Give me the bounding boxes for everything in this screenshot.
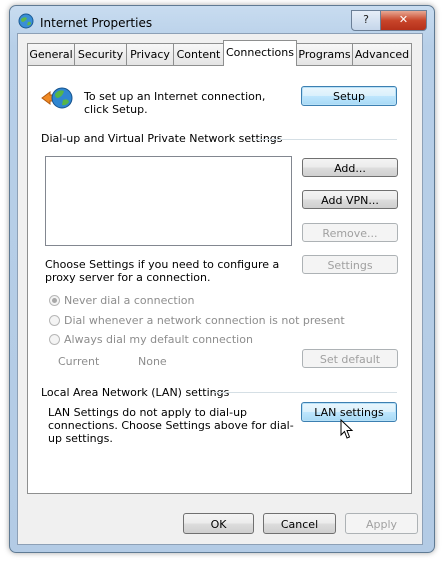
connections-list[interactable] <box>45 156 292 246</box>
proxy-settings-text: Choose Settings if you need to configure… <box>45 258 280 284</box>
lan-heading: Local Area Network (LAN) settings <box>41 386 230 399</box>
dialup-divider <box>255 139 397 140</box>
tab-programs[interactable]: Programs <box>296 43 353 65</box>
setup-button[interactable]: Setup <box>301 86 397 106</box>
current-value: None <box>138 355 167 368</box>
never-dial-label[interactable]: Never dial a connection <box>64 294 194 307</box>
always-dial-label[interactable]: Always dial my default connection <box>64 333 253 346</box>
current-label: Current <box>58 355 100 368</box>
ok-button[interactable]: OK <box>183 513 254 534</box>
setup-text: To set up an Internet connection, click … <box>84 90 266 116</box>
dialup-heading: Dial-up and Virtual Private Network sett… <box>41 132 283 145</box>
lan-divider <box>213 392 397 393</box>
cancel-button[interactable]: Cancel <box>263 513 336 534</box>
dial-whenever-label[interactable]: Dial whenever a network connection is no… <box>64 314 345 327</box>
globe-icon <box>18 13 34 29</box>
never-dial-radio[interactable] <box>49 295 60 306</box>
network-globe-icon <box>41 87 73 109</box>
tab-general[interactable]: General <box>27 43 75 65</box>
add-vpn-button[interactable]: Add VPN... <box>302 190 398 209</box>
mouse-cursor-icon <box>340 419 354 439</box>
lan-text: LAN Settings do not apply to dial-up con… <box>48 406 294 445</box>
tab-security[interactable]: Security <box>74 43 127 65</box>
help-button[interactable]: ? <box>351 10 381 31</box>
remove-button[interactable]: Remove... <box>302 223 398 242</box>
always-dial-radio[interactable] <box>49 334 60 345</box>
dial-whenever-radio[interactable] <box>49 315 60 326</box>
close-button[interactable]: ✕ <box>380 10 427 31</box>
settings-button[interactable]: Settings <box>302 255 398 274</box>
add-button[interactable]: Add... <box>302 158 398 177</box>
tab-advanced[interactable]: Advanced <box>352 43 412 65</box>
tab-privacy[interactable]: Privacy <box>126 43 174 65</box>
window-title: Internet Properties <box>40 16 153 30</box>
tab-connections[interactable]: Connections <box>223 40 297 66</box>
set-default-button[interactable]: Set default <box>302 349 398 368</box>
tab-content[interactable]: Content <box>173 43 224 65</box>
apply-button[interactable]: Apply <box>345 513 418 534</box>
